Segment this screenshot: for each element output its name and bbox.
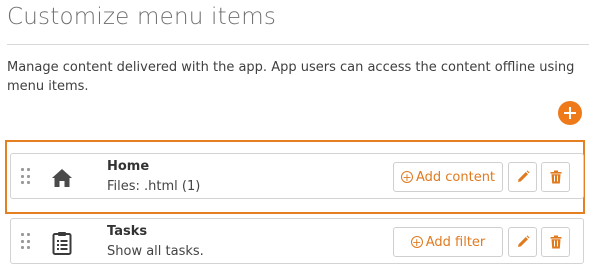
menu-item-subtitle: Files: .html (1): [107, 179, 201, 194]
menu-item-home[interactable]: Home Files: .html (1) + Add content: [10, 153, 584, 199]
add-filter-label: Add filter: [425, 234, 486, 250]
plus-icon: [564, 107, 576, 119]
menu-item-name: Home: [107, 159, 150, 174]
page-title: Customize menu items: [7, 4, 277, 30]
edit-button[interactable]: [508, 162, 537, 192]
add-content-button[interactable]: + Add content: [393, 162, 503, 192]
trash-icon: [550, 170, 561, 184]
pencil-icon: [517, 170, 530, 182]
add-menu-item-button[interactable]: [558, 101, 582, 125]
plus-circle-icon: +: [410, 235, 423, 249]
title-divider: [7, 44, 589, 45]
home-icon: [49, 165, 75, 191]
menu-item-subtitle: Show all tasks.: [107, 244, 204, 259]
drag-handle-icon[interactable]: [21, 233, 31, 251]
menu-item-tasks[interactable]: Tasks Show all tasks. + Add filter: [10, 218, 584, 264]
pencil-icon: [517, 235, 530, 247]
edit-button[interactable]: [508, 227, 537, 257]
menu-item-name: Tasks: [107, 224, 148, 239]
add-filter-button[interactable]: + Add filter: [393, 227, 503, 257]
add-content-label: Add content: [415, 169, 496, 185]
trash-icon: [550, 235, 561, 249]
drag-handle-icon[interactable]: [21, 168, 31, 186]
delete-button[interactable]: [541, 162, 570, 192]
clipboard-list-icon: [49, 230, 75, 256]
delete-button[interactable]: [541, 227, 570, 257]
plus-circle-icon: +: [400, 170, 413, 184]
page-description: Manage content delivered with the app. A…: [7, 60, 575, 94]
